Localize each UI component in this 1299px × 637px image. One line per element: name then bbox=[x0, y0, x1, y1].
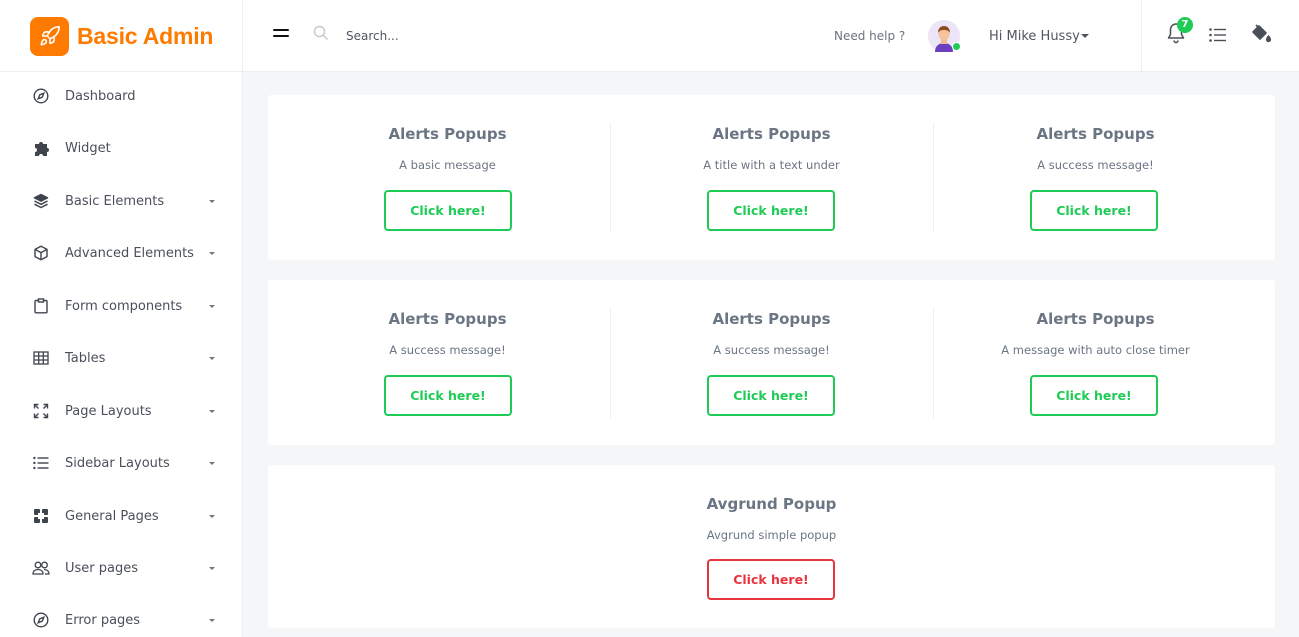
card-subtitle: A success message! bbox=[389, 343, 506, 357]
sidebar-item-general-pages[interactable]: General Pages bbox=[0, 496, 243, 536]
card-title: Avgrund Popup bbox=[706, 495, 837, 513]
click-here-button[interactable]: Click here! bbox=[384, 190, 512, 231]
chevron-down-icon bbox=[1081, 34, 1089, 38]
click-here-button[interactable]: Click here! bbox=[1030, 190, 1158, 231]
avgrund-popup-demo: Avgrund Popup Avgrund simple popup Click… bbox=[610, 465, 933, 628]
sidebar-item-label: Error pages bbox=[65, 612, 141, 628]
chevron-down-icon bbox=[209, 410, 215, 413]
sidebar-item-label: Dashboard bbox=[65, 88, 136, 104]
sidebar-item-sidebar-layouts[interactable]: Sidebar Layouts bbox=[0, 443, 243, 483]
sidebar-item-label: General Pages bbox=[65, 508, 159, 524]
brand[interactable]: Basic Admin bbox=[0, 0, 243, 72]
sidebar-item-dashboard[interactable]: Dashboard bbox=[0, 76, 243, 116]
top-bar: Basic Admin Need help ? Hi Mike Hussy 7 bbox=[0, 0, 1299, 72]
sidebar-item-basic-elements[interactable]: Basic Elements bbox=[0, 181, 243, 221]
chevron-down-icon bbox=[209, 252, 215, 255]
card-subtitle: A success message! bbox=[1037, 158, 1154, 172]
chevron-down-icon bbox=[209, 200, 215, 203]
table-icon bbox=[32, 350, 50, 366]
divider bbox=[1141, 0, 1142, 72]
chevron-down-icon bbox=[209, 567, 215, 570]
chevron-down-icon bbox=[209, 515, 215, 518]
alert-demo-success: Alerts Popups A success message! Click h… bbox=[934, 95, 1257, 260]
expand-icon bbox=[32, 403, 50, 419]
sidebar-item-advanced-elements[interactable]: Advanced Elements bbox=[0, 233, 243, 273]
paint-bucket-icon[interactable] bbox=[1250, 24, 1272, 48]
sidebar-item-tables[interactable]: Tables bbox=[0, 338, 243, 378]
sidebar-item-user-pages[interactable]: User pages bbox=[0, 548, 243, 588]
clipboard-icon bbox=[32, 298, 50, 314]
need-help-link[interactable]: Need help ? bbox=[834, 29, 905, 43]
click-here-button[interactable]: Click here! bbox=[707, 559, 835, 600]
sidebar-item-form-components[interactable]: Form components bbox=[0, 286, 243, 326]
avatar[interactable] bbox=[928, 20, 961, 52]
search-input[interactable] bbox=[346, 24, 646, 48]
sidebar-item-label: Basic Elements bbox=[65, 193, 165, 209]
click-here-button[interactable]: Click here! bbox=[1030, 375, 1158, 416]
users-icon bbox=[32, 560, 50, 576]
compass-icon bbox=[32, 88, 50, 104]
click-here-button[interactable]: Click here! bbox=[384, 375, 512, 416]
puzzle-icon bbox=[32, 140, 50, 156]
chevron-down-icon bbox=[209, 462, 215, 465]
menu-toggle-button[interactable] bbox=[273, 29, 289, 41]
alert-demo-success: Alerts Popups A success message! Click h… bbox=[610, 280, 933, 445]
sidebar-item-widget[interactable]: Widget bbox=[0, 128, 243, 168]
sidebar-item-label: Advanced Elements bbox=[65, 245, 194, 261]
sidebar-item-label: User pages bbox=[65, 560, 139, 576]
alerts-card: Alerts Popups A basic message Click here… bbox=[268, 95, 1275, 260]
click-here-button[interactable]: Click here! bbox=[707, 375, 835, 416]
compass-icon bbox=[32, 612, 50, 628]
notification-badge: 7 bbox=[1177, 17, 1193, 33]
card-title: Alerts Popups bbox=[1036, 125, 1155, 143]
layers-icon bbox=[32, 193, 50, 209]
sidebar-item-error-pages[interactable]: Error pages bbox=[0, 600, 243, 637]
sidebar-item-page-layouts[interactable]: Page Layouts bbox=[0, 391, 243, 431]
card-title: Alerts Popups bbox=[1036, 310, 1155, 328]
alerts-card: Alerts Popups A success message! Click h… bbox=[268, 280, 1275, 445]
card-subtitle: Avgrund simple popup bbox=[706, 528, 837, 542]
list-icon[interactable] bbox=[1209, 27, 1227, 47]
sidebar-item-label: Tables bbox=[65, 350, 106, 366]
alert-demo-auto-close: Alerts Popups A message with auto close … bbox=[934, 280, 1257, 445]
alert-demo-title-text: Alerts Popups A title with a text under … bbox=[610, 95, 933, 260]
click-here-button[interactable]: Click here! bbox=[707, 190, 835, 231]
online-status-dot bbox=[952, 42, 961, 51]
frame-icon bbox=[32, 508, 50, 524]
card-subtitle: A basic message bbox=[399, 158, 496, 172]
sidebar-item-label: Form components bbox=[65, 298, 183, 314]
card-title: Alerts Popups bbox=[388, 310, 507, 328]
card-subtitle: A title with a text under bbox=[703, 158, 840, 172]
chevron-down-icon bbox=[209, 305, 215, 308]
sidebar-item-label: Widget bbox=[65, 140, 111, 156]
chevron-down-icon bbox=[209, 619, 215, 622]
sidebar: Dashboard Widget Basic Elements Advanced… bbox=[0, 72, 243, 637]
user-menu[interactable]: Hi Mike Hussy bbox=[989, 29, 1080, 44]
card-subtitle: A success message! bbox=[713, 343, 830, 357]
sidebar-item-label: Page Layouts bbox=[65, 403, 152, 419]
card-title: Alerts Popups bbox=[388, 125, 507, 143]
card-subtitle: A message with auto close timer bbox=[1001, 343, 1190, 357]
card-title: Alerts Popups bbox=[712, 310, 831, 328]
alert-demo-basic: Alerts Popups A basic message Click here… bbox=[286, 95, 609, 260]
sidebar-item-label: Sidebar Layouts bbox=[65, 455, 170, 471]
list-icon bbox=[32, 455, 50, 471]
chevron-down-icon bbox=[209, 357, 215, 360]
brand-name: Basic Admin bbox=[77, 22, 214, 49]
avgrund-card: Avgrund Popup Avgrund simple popup Click… bbox=[268, 465, 1275, 628]
card-title: Alerts Popups bbox=[712, 125, 831, 143]
menu-icon bbox=[273, 29, 289, 31]
rocket-icon bbox=[30, 16, 69, 56]
search-icon bbox=[313, 25, 329, 45]
cube-icon bbox=[32, 245, 50, 261]
alert-demo-success: Alerts Popups A success message! Click h… bbox=[286, 280, 609, 445]
